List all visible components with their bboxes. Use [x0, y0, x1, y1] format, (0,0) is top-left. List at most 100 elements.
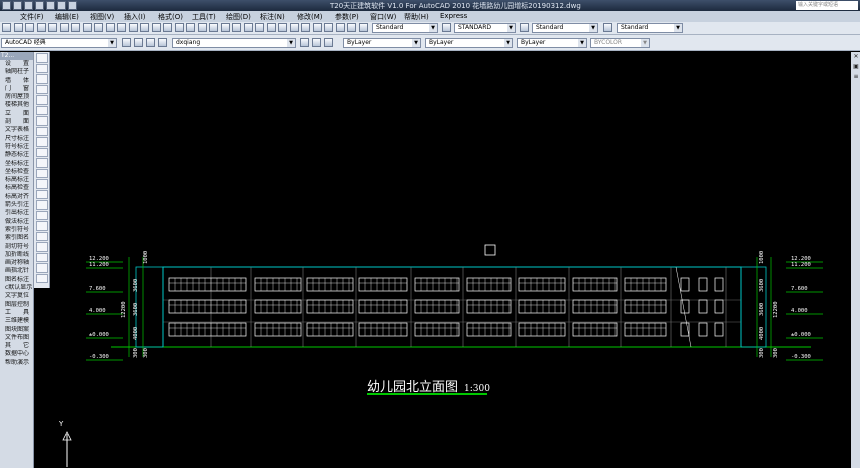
palette-item[interactable]: 静态标注: [0, 151, 33, 159]
menu-tools[interactable]: 工具(T): [192, 12, 216, 22]
save-icon[interactable]: [35, 1, 44, 10]
tool-25-icon[interactable]: [290, 23, 299, 32]
tool-20-icon[interactable]: [232, 23, 241, 32]
tool-11-icon[interactable]: [129, 23, 138, 32]
draw-tool-icon[interactable]: [36, 263, 48, 273]
tool-1-icon[interactable]: [14, 23, 23, 32]
palette-item[interactable]: 标高标注: [0, 176, 33, 184]
dim-style-select[interactable]: STANDARD ▼: [454, 23, 516, 33]
draw-tool-icon[interactable]: [36, 137, 48, 147]
palette-item[interactable]: 引出标注: [0, 209, 33, 217]
tool-26-icon[interactable]: [301, 23, 310, 32]
tool-4-icon[interactable]: [48, 23, 57, 32]
match-tool-1-icon[interactable]: [312, 38, 321, 47]
draw-tool-icon[interactable]: [36, 210, 48, 220]
draw-tool-icon[interactable]: [36, 105, 48, 115]
new-icon[interactable]: [13, 1, 22, 10]
menu-format[interactable]: 格式(O): [158, 12, 183, 22]
menu-draw[interactable]: 绘图(D): [226, 12, 251, 22]
palette-item[interactable]: 房间屋顶: [0, 93, 33, 101]
tool-7-icon[interactable]: [83, 23, 92, 32]
tool-6-icon[interactable]: [71, 23, 80, 32]
palette-item[interactable]: 箭头引注: [0, 201, 33, 209]
tool-23-icon[interactable]: [267, 23, 276, 32]
draw-tool-icon[interactable]: [36, 273, 48, 283]
plot-icon[interactable]: [68, 1, 77, 10]
palette-item[interactable]: 画对称轴: [0, 259, 33, 267]
tool-9-icon[interactable]: [106, 23, 115, 32]
palette-item[interactable]: 索引符号: [0, 226, 33, 234]
layer-tool-0-icon[interactable]: [122, 38, 131, 47]
menu-insert[interactable]: 插入(I): [124, 12, 146, 22]
palette-item[interactable]: 尺寸标注: [0, 135, 33, 143]
menu-window[interactable]: 窗口(W): [370, 12, 396, 22]
palette-item[interactable]: 三维建模: [0, 317, 33, 325]
tool-18-icon[interactable]: [209, 23, 218, 32]
tool-0-icon[interactable]: [2, 23, 11, 32]
palette-item[interactable]: c默认显示: [0, 284, 33, 292]
layer-tool-2-icon[interactable]: [146, 38, 155, 47]
palette-item[interactable]: 文件布图: [0, 334, 33, 342]
menu-file[interactable]: 文件(F): [20, 12, 44, 22]
table-style-select[interactable]: Standard ▼: [532, 23, 598, 33]
draw-tool-icon[interactable]: [36, 84, 48, 94]
palette-item[interactable]: 索引图名: [0, 234, 33, 242]
tool-10-icon[interactable]: [117, 23, 126, 32]
properties-icon[interactable]: ≡: [852, 73, 860, 81]
palette-item[interactable]: 其 它: [0, 342, 33, 350]
draw-tool-icon[interactable]: [36, 242, 48, 252]
tool-29-icon[interactable]: [336, 23, 345, 32]
plotstyle-select[interactable]: BYCOLOR ▼: [590, 38, 650, 48]
palette-item[interactable]: 门 窗: [0, 85, 33, 93]
palette-item[interactable]: 文字复位: [0, 292, 33, 300]
help-search-input[interactable]: 输入关键字或短语: [796, 1, 858, 10]
mleader-style-select[interactable]: Standard ▼: [617, 23, 683, 33]
tool-24-icon[interactable]: [278, 23, 287, 32]
redo-icon[interactable]: [57, 1, 66, 10]
palette-item[interactable]: 墙 体: [0, 77, 33, 85]
layer-select[interactable]: dxqiang ▼: [172, 38, 296, 48]
tool-17-icon[interactable]: [198, 23, 207, 32]
palette-item[interactable]: 立 面: [0, 110, 33, 118]
layer-tool-1-icon[interactable]: [134, 38, 143, 47]
draw-tool-icon[interactable]: [36, 252, 48, 262]
style-1-icon[interactable]: [520, 23, 529, 32]
menu-edit[interactable]: 编辑(E): [55, 12, 79, 22]
match-tool-0-icon[interactable]: [300, 38, 309, 47]
tool-30-icon[interactable]: [347, 23, 356, 32]
palette-item[interactable]: 帮助演示: [0, 359, 33, 367]
linetype-select[interactable]: ByLayer ▼: [425, 38, 513, 48]
draw-tool-icon[interactable]: [36, 221, 48, 231]
palette-item[interactable]: 做法标注: [0, 218, 33, 226]
color-select[interactable]: ByLayer ▼: [343, 38, 421, 48]
style-2-icon[interactable]: [603, 23, 612, 32]
tool-12-icon[interactable]: [140, 23, 149, 32]
drawing-area[interactable]: 12.200 11.200 7.600 4.000 ±0.000 -0.300 12.200…: [51, 52, 851, 468]
draw-tool-icon[interactable]: [36, 189, 48, 199]
tool-16-icon[interactable]: [186, 23, 195, 32]
palette-item[interactable]: 标高检查: [0, 184, 33, 192]
tool-3-icon[interactable]: [37, 23, 46, 32]
palette-item[interactable]: 轴网柱子: [0, 68, 33, 76]
app-menu-icon[interactable]: [2, 1, 11, 10]
draw-tool-icon[interactable]: [36, 95, 48, 105]
menu-express[interactable]: Express: [440, 12, 467, 20]
match-tool-2-icon[interactable]: [324, 38, 333, 47]
workspace-select[interactable]: AutoCAD 经典 ▼: [1, 38, 117, 48]
palette-item[interactable]: 数据中心: [0, 350, 33, 358]
tool-15-icon[interactable]: [175, 23, 184, 32]
tool-31-icon[interactable]: [359, 23, 368, 32]
palette-item[interactable]: 图层控制: [0, 301, 33, 309]
palette-item[interactable]: 工 具: [0, 309, 33, 317]
draw-tool-icon[interactable]: [36, 231, 48, 241]
palette-item[interactable]: 加折断线: [0, 251, 33, 259]
draw-tool-icon[interactable]: [36, 63, 48, 73]
palette-item[interactable]: 坐标检查: [0, 168, 33, 176]
draw-tool-icon[interactable]: [36, 168, 48, 178]
menu-parametric[interactable]: 参数(P): [335, 12, 359, 22]
draw-tool-icon[interactable]: [36, 53, 48, 63]
draw-tool-icon[interactable]: [36, 74, 48, 84]
palette-item[interactable]: 剖切符号: [0, 243, 33, 251]
tool-2-icon[interactable]: [25, 23, 34, 32]
layer-tool-3-icon[interactable]: [158, 38, 167, 47]
